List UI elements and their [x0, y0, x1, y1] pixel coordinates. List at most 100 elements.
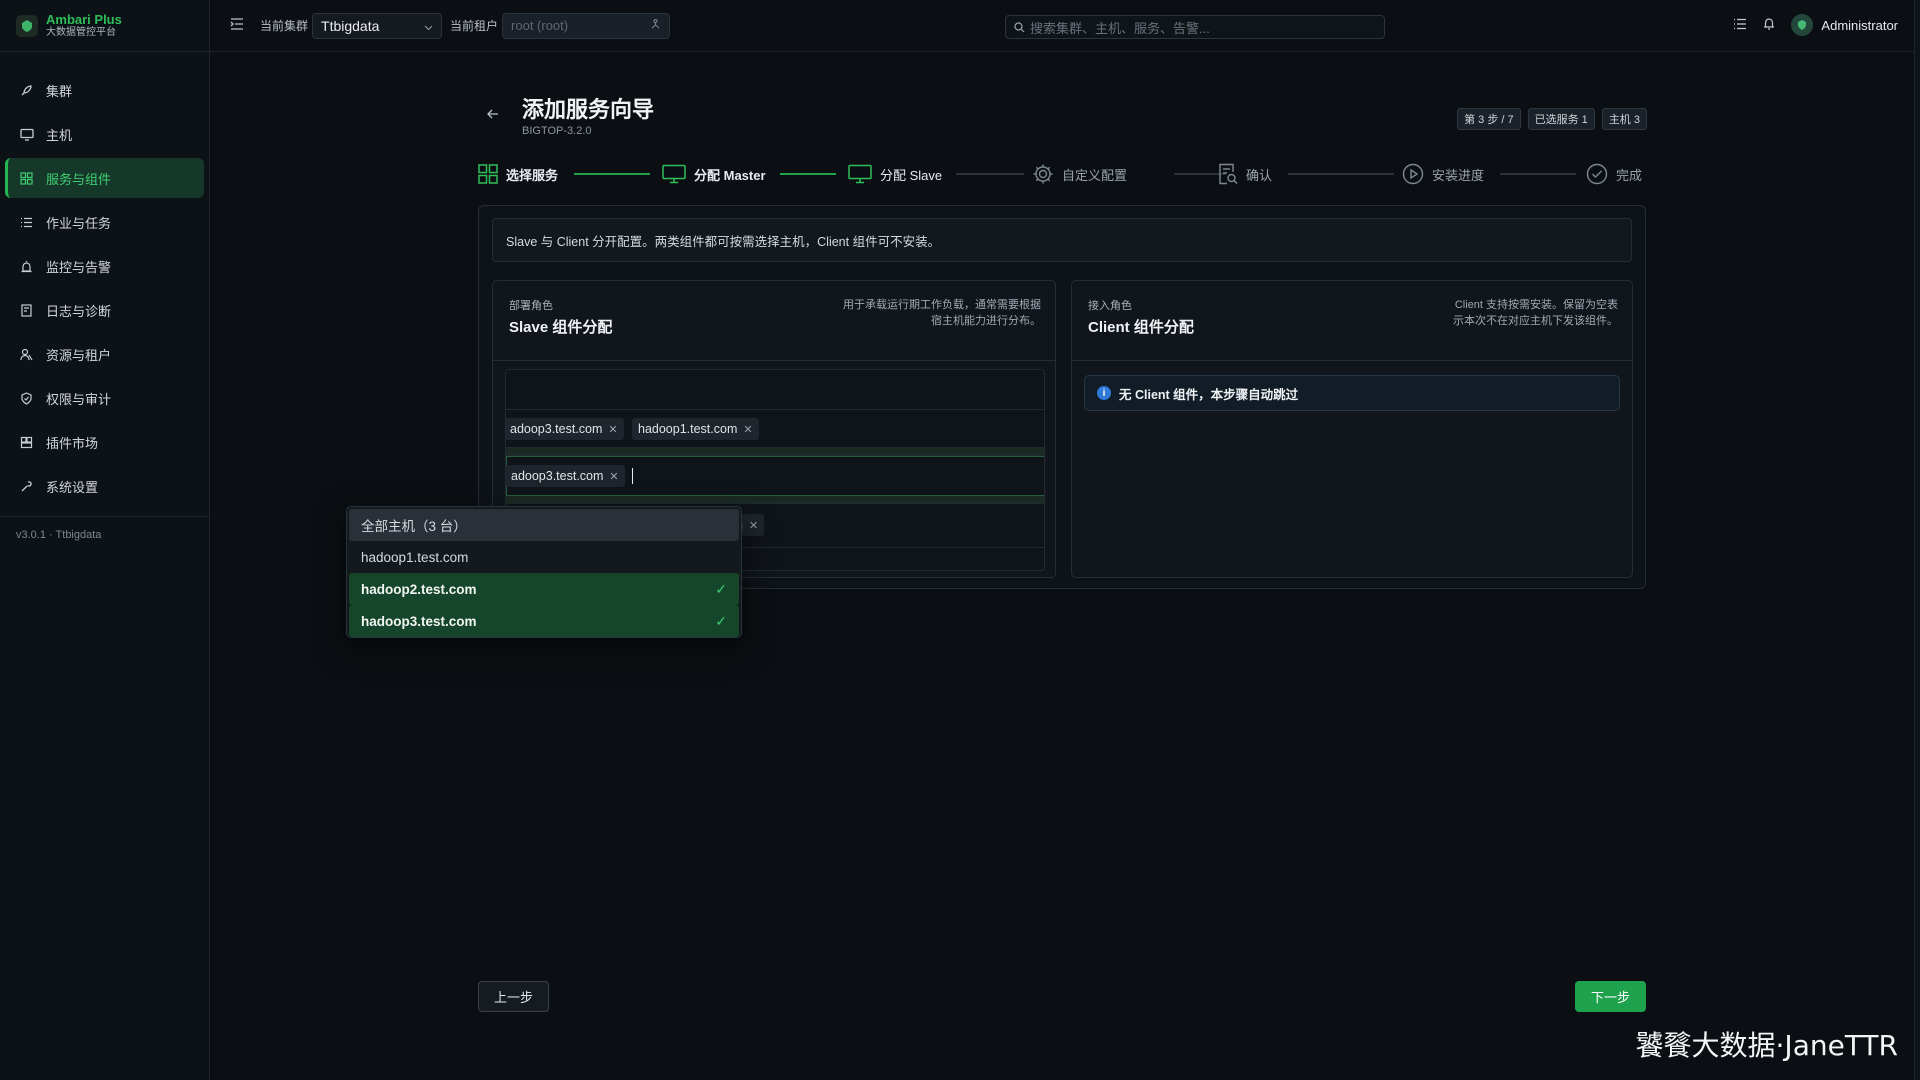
step-label: 确认: [1246, 167, 1273, 183]
host-tag[interactable]: adoop3.test.com ✕: [506, 418, 624, 440]
sidebar-item-label: 插件市场: [46, 435, 99, 451]
brand-title: Ambari Plus: [46, 11, 122, 27]
close-icon[interactable]: ✕: [609, 470, 618, 483]
brand[interactable]: Ambari Plus 大数据管控平台: [0, 0, 209, 52]
sidebar-item-label: 集群: [46, 83, 73, 99]
bell-icon[interactable]: [1763, 17, 1775, 33]
sidebar-item-plugins[interactable]: 插件市场: [5, 422, 204, 462]
step-connector: [574, 173, 650, 175]
step-label: 完成: [1616, 167, 1643, 183]
host-tag-label: hadoop1.test.com: [638, 422, 738, 436]
cluster-label: 当前集群: [260, 19, 309, 33]
wrench-icon: [20, 480, 36, 493]
client-info-text: 无 Client 组件，本步骤自动跳过: [1119, 387, 1299, 402]
client-panel-desc: Client 支持按需安装。保留为空表示本次不在对应主机下发该组件。: [1453, 299, 1618, 327]
sidebar: Ambari Plus 大数据管控平台 集群 主机 服务与组件 作业与任务 监控…: [0, 0, 210, 1080]
info-note: Slave 与 Client 分开配置。两类组件都可按需选择主机，Client …: [492, 218, 1632, 262]
dropdown-option-all-hosts[interactable]: 全部主机（3 台）: [349, 509, 739, 541]
sidebar-item-label: 主机: [46, 127, 73, 143]
slave-panel-header: 部署角色 Slave 组件分配 用于承载运行期工作负载，通常需要根据宿主机能力进…: [493, 281, 1055, 361]
step-select-services[interactable]: 选择服务: [478, 160, 558, 188]
prev-button[interactable]: 上一步: [478, 981, 549, 1012]
slave-panel-kicker: 部署角色: [509, 300, 553, 312]
status-badges: 第 3 步 / 7 已选服务 1 主机 3: [1457, 108, 1647, 130]
client-panel-kicker: 接入角色: [1088, 300, 1132, 312]
close-icon[interactable]: ✕: [608, 423, 617, 436]
step-custom-config[interactable]: 自定义配置: [1032, 160, 1127, 188]
chevron-down-icon: [424, 18, 433, 34]
step-connector: [1500, 173, 1576, 175]
host-tag[interactable]: adoop3.test.com ✕: [506, 465, 625, 487]
grid-icon: [20, 171, 36, 185]
tenant-label: 当前租户: [450, 19, 499, 33]
option-label: hadoop3.test.com: [361, 613, 477, 629]
check-icon: ✓: [715, 580, 727, 597]
dropdown-option[interactable]: hadoop3.test.com ✓: [349, 605, 739, 637]
slave-host-select-active[interactable]: adoop3.test.com ✕: [506, 456, 1044, 496]
sidebar-item-permissions[interactable]: 权限与审计: [5, 378, 204, 418]
sidebar-item-settings[interactable]: 系统设置: [5, 466, 204, 506]
sidebar-item-label: 系统设置: [46, 479, 99, 495]
close-icon[interactable]: ✕: [743, 423, 752, 436]
host-tag-label: adoop3.test.com: [510, 422, 603, 436]
sidebar-item-label: 权限与审计: [46, 391, 112, 407]
task-list-icon[interactable]: [1733, 18, 1747, 33]
document-search-icon: [1218, 163, 1238, 185]
page-scrollbar[interactable]: [1914, 0, 1920, 1080]
slave-row[interactable]: [506, 370, 1044, 410]
host-tag[interactable]: hadoop1.test.com ✕: [632, 418, 759, 440]
host-dropdown[interactable]: 全部主机（3 台） hadoop1.test.com hadoop2.test.…: [346, 506, 742, 638]
monitor-icon: [20, 128, 36, 141]
dropdown-option[interactable]: hadoop1.test.com: [349, 541, 739, 573]
rocket-icon: [20, 84, 36, 97]
list-icon: [20, 216, 36, 229]
slave-row-divider: [506, 448, 1044, 456]
sidebar-item-label: 监控与告警: [46, 259, 112, 275]
option-label: 全部主机（3 台）: [361, 519, 467, 534]
client-panel-header: 接入角色 Client 组件分配 Client 支持按需安装。保留为空表示本次不…: [1072, 281, 1632, 361]
monitor-icon: [848, 164, 872, 184]
sidebar-item-label: 服务与组件: [46, 171, 112, 187]
sidebar-item-resources[interactable]: 资源与租户: [5, 334, 204, 374]
tenant-select[interactable]: root (root): [502, 12, 671, 39]
step-connector: [956, 173, 1024, 175]
step-assign-slave[interactable]: 分配 Slave: [848, 160, 942, 188]
cluster-select-value: Ttbigdata: [321, 17, 380, 34]
sidebar-item-label: 作业与任务: [46, 215, 112, 231]
hosts-badge: 主机 3: [1601, 108, 1647, 130]
play-circle-icon: [1402, 163, 1424, 185]
step-confirm[interactable]: 确认: [1218, 160, 1272, 188]
dropdown-option[interactable]: hadoop2.test.com ✓: [349, 573, 739, 605]
alarm-icon: [20, 260, 36, 273]
step-install-progress[interactable]: 安装进度: [1402, 160, 1484, 188]
sidebar-item-jobs[interactable]: 作业与任务: [5, 202, 204, 242]
sidebar-item-label: 日志与诊断: [46, 303, 112, 319]
text-caret: [632, 468, 633, 484]
menu-toggle-icon[interactable]: [230, 18, 248, 33]
global-search-input[interactable]: 搜索集群、主机、服务、告警...: [1005, 15, 1385, 39]
sidebar-item-cluster[interactable]: 集群: [5, 70, 204, 110]
slave-panel-title: Slave 组件分配: [509, 319, 613, 336]
back-arrow-icon[interactable]: [487, 106, 499, 124]
sidebar-item-hosts[interactable]: 主机: [5, 114, 204, 154]
close-icon[interactable]: ✕: [749, 519, 758, 532]
host-tag-label: adoop3.test.com: [511, 469, 604, 483]
step-connector: [1288, 173, 1394, 175]
plugin-icon: [20, 436, 36, 449]
search-placeholder: 搜索集群、主机、服务、告警...: [1030, 20, 1210, 36]
avatar[interactable]: [1791, 14, 1814, 36]
next-button[interactable]: 下一步: [1575, 981, 1646, 1012]
sidebar-item-services[interactable]: 服务与组件: [5, 158, 204, 198]
sidebar-item-monitoring[interactable]: 监控与告警: [5, 246, 204, 286]
nav: 集群 主机 服务与组件 作业与任务 监控与告警 日志与诊断 资源与租户 权限与审…: [0, 52, 209, 506]
step-label: 分配 Master: [694, 167, 766, 183]
option-label: hadoop1.test.com: [361, 549, 469, 565]
step-assign-master[interactable]: 分配 Master: [662, 160, 766, 188]
sidebar-item-logs[interactable]: 日志与诊断: [5, 290, 204, 330]
info-icon: i: [1097, 386, 1111, 400]
step-finish[interactable]: 完成: [1586, 160, 1642, 188]
check-icon: ✓: [715, 612, 727, 629]
user-name[interactable]: Administrator: [1821, 18, 1898, 33]
cluster-select[interactable]: Ttbigdata: [312, 12, 443, 39]
slave-row[interactable]: adoop3.test.com ✕ hadoop1.test.com ✕: [506, 410, 1044, 448]
